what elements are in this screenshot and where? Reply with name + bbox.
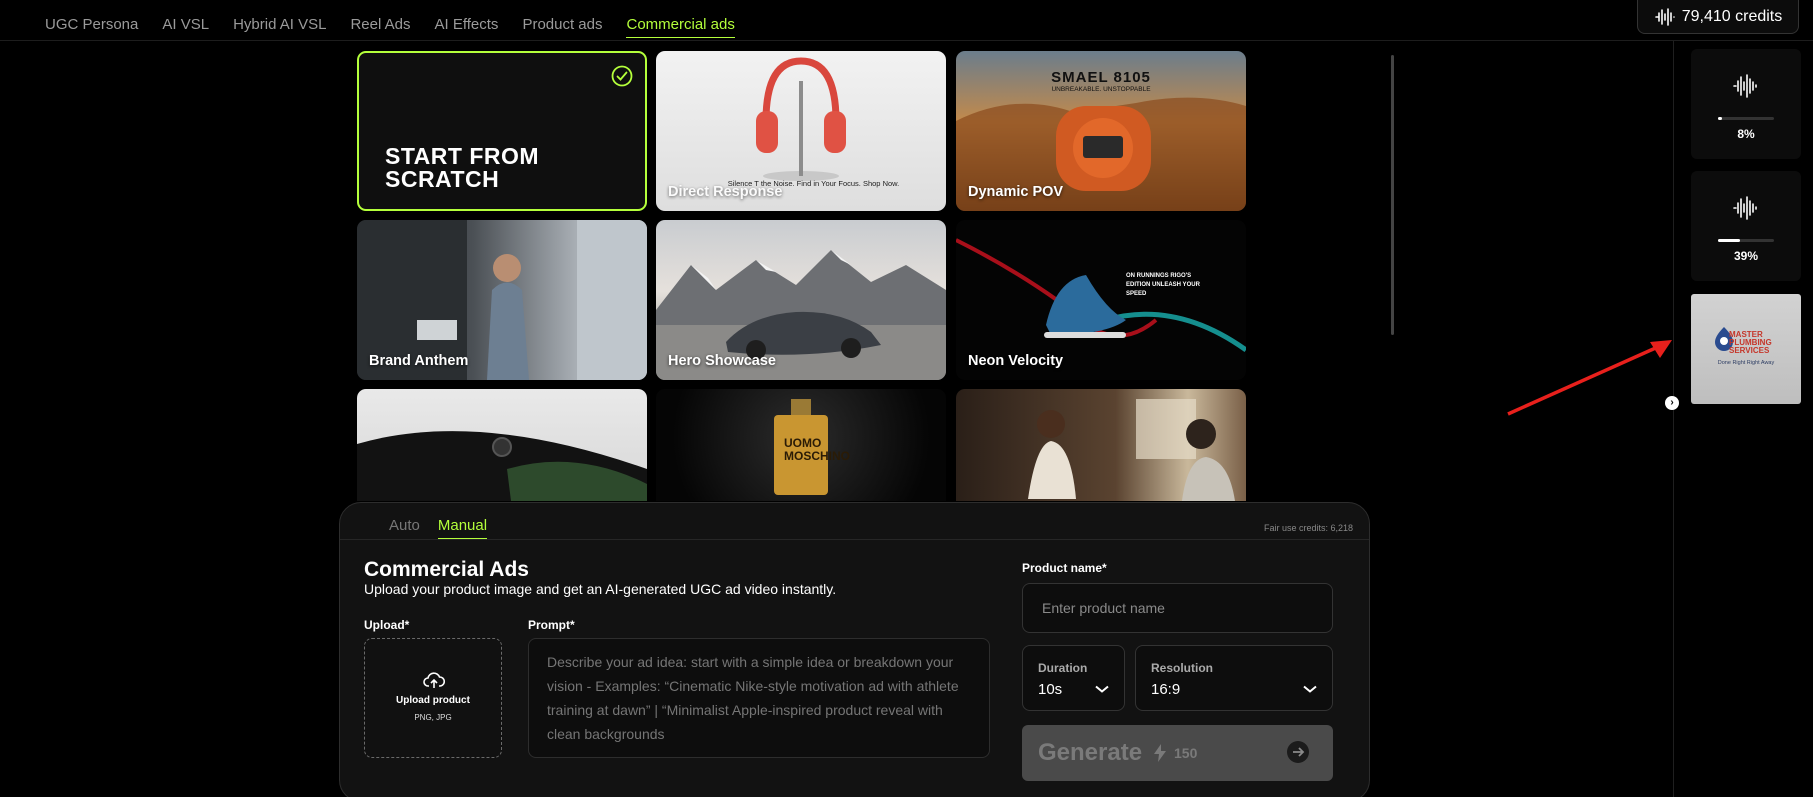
- tab-product-ads[interactable]: Product ads: [522, 0, 602, 41]
- card-overlay-title: SMAEL 8105: [1051, 69, 1151, 86]
- tab-label: AI Effects: [434, 16, 499, 33]
- template-card-dynamic-pov[interactable]: SMAEL 8105 UNBREAKABLE. UNSTOPPABLE Dyna…: [956, 51, 1246, 211]
- divider: [340, 539, 1369, 540]
- grid-scrollbar[interactable]: [1391, 55, 1394, 335]
- card-overlay-subtitle: UNBREAKABLE. UNSTOPPABLE: [1051, 86, 1151, 93]
- top-nav: UGC Persona AI VSL Hybrid AI VSL Reel Ad…: [0, 0, 1813, 41]
- upload-product-dropzone[interactable]: Upload product PNG, JPG: [364, 638, 502, 758]
- queue-item-1[interactable]: 8%: [1691, 49, 1801, 159]
- product-name-input[interactable]: [1022, 583, 1333, 633]
- queue-item-2[interactable]: 39%: [1691, 171, 1801, 281]
- resolution-select[interactable]: Resolution 16:9: [1135, 645, 1333, 711]
- tab-label: Product ads: [522, 16, 603, 33]
- credits-count: 79,410 credits: [1681, 7, 1783, 25]
- generate-button[interactable]: Generate 150: [1022, 725, 1333, 781]
- template-card-perfume[interactable]: UOMO MOSCHINO: [656, 389, 946, 501]
- template-grid: START FROM SCRATCH Silence T the Noise. …: [357, 51, 1248, 501]
- card-overlay-text: ON RUNNINGS RIGO'S EDITION UNLEASH YOUR …: [1126, 273, 1200, 297]
- card-label: Neon Velocity: [968, 353, 1064, 369]
- credits-badge[interactable]: 79,410 credits: [1637, 0, 1799, 34]
- template-card-neon-velocity[interactable]: ON RUNNINGS RIGO'S EDITION UNLEASH YOUR …: [956, 220, 1246, 380]
- arrow-right-icon: [1287, 741, 1309, 763]
- resolution-value: 16:9: [1151, 681, 1181, 698]
- form-subtitle: Upload your product image and get an AI-…: [364, 581, 837, 597]
- card-label: Hero Showcase: [668, 353, 776, 369]
- lightning-icon: [1154, 744, 1166, 762]
- sunglasses-image: [357, 431, 647, 501]
- upload-formats: PNG, JPG: [414, 713, 452, 722]
- thumbnail-tagline: Done Right Right Away: [1717, 360, 1775, 366]
- progress-bar: [1718, 239, 1774, 242]
- prompt-input[interactable]: [528, 638, 990, 758]
- tab-auto[interactable]: Auto: [389, 517, 420, 539]
- thumbnail-logo-text: MASTER PLUMBING SERVICES: [1729, 330, 1772, 355]
- tab-label: Hybrid AI VSL: [233, 16, 327, 33]
- progress-fill: [1718, 117, 1723, 120]
- progress-fill: [1718, 239, 1740, 242]
- start-from-scratch-card[interactable]: START FROM SCRATCH: [357, 51, 647, 211]
- product-name-label: Product name*: [1022, 561, 1107, 575]
- progress-percent: 8%: [1737, 127, 1755, 141]
- card-overlay-text: UOMO MOSCHINO: [784, 436, 850, 463]
- upload-label: Upload*: [364, 618, 410, 632]
- prompt-label: Prompt*: [528, 618, 575, 632]
- progress-bar: [1718, 117, 1774, 120]
- duration-select[interactable]: Duration 10s: [1022, 645, 1125, 711]
- tab-ai-effects[interactable]: AI Effects: [435, 0, 499, 41]
- tab-label: Reel Ads: [350, 16, 411, 33]
- nav-tabs: UGC Persona AI VSL Hybrid AI VSL Reel Ad…: [45, 0, 735, 41]
- card-label: Dynamic POV: [968, 184, 1064, 200]
- tab-hybrid-ai-vsl[interactable]: Hybrid AI VSL: [233, 0, 326, 41]
- template-card-sunglasses[interactable]: [357, 389, 647, 501]
- tab-manual[interactable]: Manual: [437, 517, 488, 539]
- duration-label: Duration: [1038, 661, 1088, 675]
- form-title: Commercial Ads: [364, 558, 529, 581]
- chevron-down-icon: [1303, 685, 1317, 693]
- commercial-ads-form: Auto Manual Fair use credits: 6,218 Comm…: [339, 502, 1370, 797]
- generate-label: Generate: [1038, 739, 1143, 766]
- card-label: Direct Response: [668, 184, 783, 200]
- upload-title: Upload product: [396, 695, 470, 706]
- tab-label: UGC Persona: [45, 16, 139, 33]
- tab-label: Commercial ads: [626, 16, 735, 38]
- check-circle-icon: [611, 65, 633, 87]
- generation-queue-rail: 8% 39% MASTER PLUMBING SERVICES Done Rig…: [1673, 41, 1813, 797]
- waveform-icon: [1654, 7, 1675, 26]
- tab-ai-vsl[interactable]: AI VSL: [162, 0, 209, 41]
- template-card-direct-response[interactable]: Silence T the Noise. Find in Your Focus.…: [656, 51, 946, 211]
- queue-thumbnail-plumbing[interactable]: MASTER PLUMBING SERVICES Done Right Righ…: [1691, 294, 1801, 404]
- resolution-label: Resolution: [1151, 661, 1213, 675]
- tab-reel-ads[interactable]: Reel Ads: [350, 0, 410, 41]
- waveform-icon: [1733, 196, 1757, 220]
- tab-label: AI VSL: [162, 16, 210, 33]
- office-meeting-image: [1028, 399, 1235, 501]
- mode-tabs: Auto Manual: [389, 517, 488, 539]
- tab-ugc-persona[interactable]: UGC Persona: [45, 0, 138, 41]
- card-label: Brand Anthem: [369, 353, 469, 369]
- progress-percent: 39%: [1733, 249, 1759, 263]
- generate-cost: 150: [1174, 745, 1198, 761]
- template-card-office[interactable]: [956, 389, 1246, 501]
- annotation-arrow: [1507, 340, 1672, 416]
- waveform-icon: [1733, 74, 1757, 98]
- cloud-upload-icon: [423, 672, 445, 688]
- duration-value: 10s: [1038, 681, 1063, 698]
- chevron-down-icon: [1095, 685, 1109, 693]
- tab-commercial-ads[interactable]: Commercial ads: [626, 0, 735, 41]
- fair-use-credits: Fair use credits: 6,218: [1263, 523, 1353, 533]
- template-card-brand-anthem[interactable]: Brand Anthem: [357, 220, 647, 380]
- scratch-label: START FROM SCRATCH: [385, 143, 540, 192]
- template-card-hero-showcase[interactable]: Hero Showcase: [656, 220, 946, 380]
